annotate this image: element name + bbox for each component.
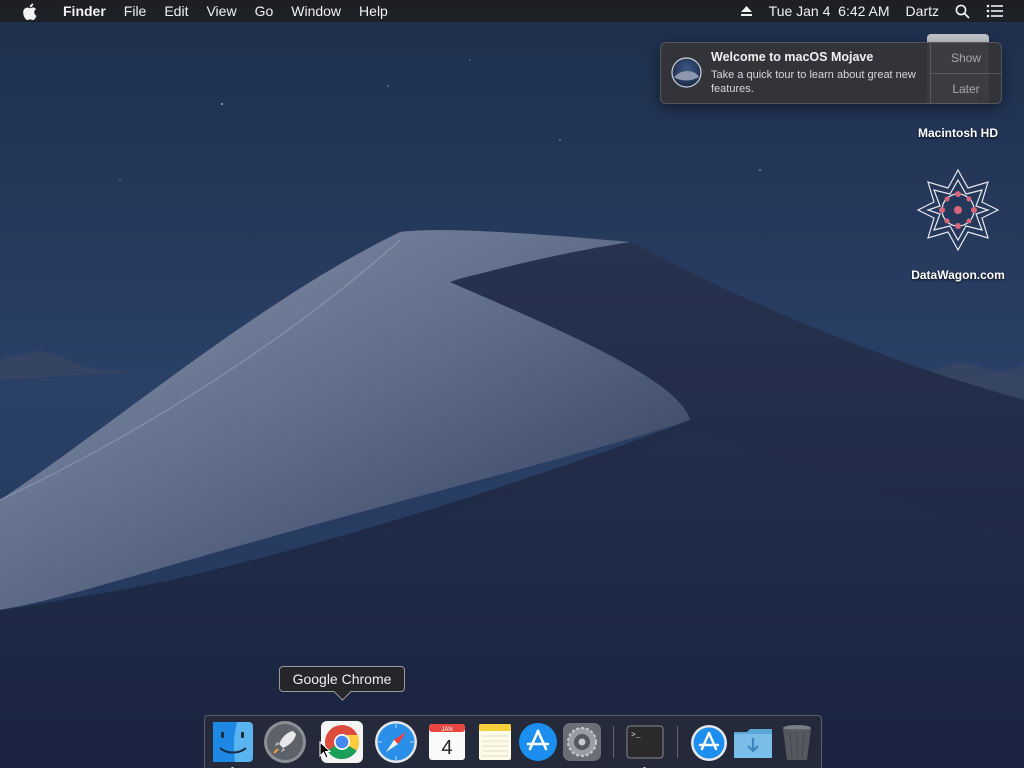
eject-icon[interactable]: [732, 5, 761, 17]
dock-item-calendar[interactable]: JAN 4: [425, 720, 469, 764]
macintosh-hd-label: Macintosh HD: [917, 126, 998, 140]
app-store-icon: [519, 723, 557, 761]
menu-bar: Finder File Edit View Go Window Help Tue…: [0, 0, 1024, 22]
desktop-wallpaper: [0, 0, 1024, 768]
apple-icon[interactable]: [18, 3, 40, 20]
menu-window[interactable]: Window: [282, 0, 350, 22]
calendar-icon: JAN 4: [429, 724, 465, 760]
trash-icon: [783, 725, 811, 760]
notification-title: Welcome to macOS Mojave: [711, 50, 874, 64]
mojave-app-icon: [671, 57, 702, 88]
dock-item-finder[interactable]: [211, 720, 255, 768]
notification-actions: Show Later: [930, 43, 1001, 103]
finder-icon: [213, 722, 253, 762]
spotlight-icon[interactable]: [947, 4, 978, 19]
safari-icon: [375, 721, 417, 763]
menu-edit[interactable]: Edit: [155, 0, 197, 22]
notes-icon: [479, 724, 511, 760]
dock-item-launchpad[interactable]: [263, 720, 307, 764]
menu-user[interactable]: Dartz: [898, 0, 947, 22]
terminal-icon: >_: [626, 725, 664, 759]
mouse-cursor: [319, 741, 331, 759]
dock-separator: [677, 726, 678, 758]
dock-item-notes[interactable]: [473, 720, 517, 764]
launchpad-icon: [264, 721, 306, 763]
system-preferences-icon: [563, 723, 601, 761]
desktop-icon-datawagon[interactable]: DataWagon.com: [898, 168, 1018, 282]
mojave-dunes-illustration: [0, 0, 1024, 768]
notification-show-button[interactable]: Show: [931, 43, 1001, 73]
dock-item-app-store[interactable]: [516, 720, 560, 764]
dock: JAN 4 >_: [204, 715, 822, 768]
welcome-notification[interactable]: Welcome to macOS Mojave Take a quick tou…: [660, 42, 1002, 104]
dock-separator: [613, 726, 614, 758]
dock-item-applications[interactable]: [687, 720, 731, 764]
notification-center-icon[interactable]: [978, 4, 1012, 18]
applications-folder-icon: [691, 725, 727, 761]
dock-item-system-preferences[interactable]: [560, 720, 604, 764]
datawagon-icon: [916, 168, 1000, 252]
datawagon-label: DataWagon.com: [911, 268, 1005, 282]
menu-clock[interactable]: Tue Jan 4 6:42 AM: [761, 0, 898, 22]
calendar-month: JAN: [441, 727, 452, 733]
dock-item-terminal[interactable]: >_: [623, 720, 667, 768]
menu-bar-extras: Tue Jan 4 6:42 AM Dartz: [732, 0, 1024, 22]
menu-go[interactable]: Go: [246, 0, 283, 22]
menu-file[interactable]: File: [115, 0, 156, 22]
menu-view[interactable]: View: [197, 0, 245, 22]
notification-body: Take a quick tour to learn about great n…: [711, 69, 916, 95]
notification-later-button[interactable]: Later: [931, 73, 1001, 104]
calendar-day: 4: [441, 737, 452, 759]
dock-tooltip: Google Chrome: [279, 666, 405, 701]
svg-text:>_: >_: [631, 731, 641, 740]
menu-help[interactable]: Help: [350, 0, 397, 22]
dock-item-downloads[interactable]: [731, 720, 775, 764]
dock-item-trash[interactable]: [775, 720, 819, 764]
dock-item-safari[interactable]: [374, 720, 418, 764]
menu-app-name[interactable]: Finder: [54, 0, 115, 22]
downloads-folder-icon: [734, 729, 772, 758]
